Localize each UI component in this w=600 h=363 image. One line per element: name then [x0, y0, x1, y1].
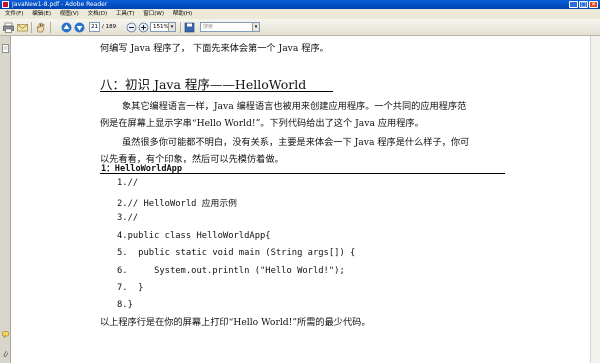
- subheading-rule: [100, 173, 505, 174]
- search-placeholder: 搜索: [203, 24, 214, 30]
- menu-document[interactable]: 文档(D): [85, 9, 112, 19]
- adobe-reader-icon: [2, 1, 9, 8]
- menu-window[interactable]: 窗口(W): [140, 9, 168, 19]
- chevron-down-icon[interactable]: ▾: [168, 23, 175, 31]
- heading-underline: [100, 91, 333, 92]
- menu-file[interactable]: 文件(F): [2, 9, 27, 19]
- zoom-level-select[interactable]: 151% ▾: [150, 22, 176, 32]
- paragraph-1-line-1: 象其它编程语言一样，Java 编程语言也被用来创建应用程序。一个共同的应用程序范: [122, 101, 467, 112]
- page-up-icon[interactable]: [61, 22, 72, 33]
- page-number-input[interactable]: 21: [89, 22, 100, 32]
- code-line: 4.public class HelloWorldApp{: [117, 231, 271, 241]
- minimize-button[interactable]: _: [569, 1, 578, 8]
- comments-icon[interactable]: [2, 330, 9, 339]
- code-line: 5. public static void main (String args[…: [117, 248, 356, 258]
- menu-edit[interactable]: 编辑(E): [29, 9, 55, 19]
- save-icon[interactable]: [184, 22, 195, 33]
- toolbar-separator: [50, 22, 51, 33]
- code-line: 2.// HelloWorld 应用示例: [117, 199, 237, 209]
- print-icon[interactable]: [3, 22, 14, 33]
- paragraph-2-line-1: 虽然很多你可能都不明白，没有关系，主要是来体会一下 Java 程序是什么样子，你…: [122, 137, 470, 148]
- maximize-button[interactable]: □: [579, 1, 588, 8]
- toolbar-separator: [180, 22, 181, 33]
- title-bar: JavaNew1-8.pdf - Adobe Reader _ □ ✕: [0, 0, 600, 9]
- zoom-level-value: 151%: [153, 24, 169, 30]
- menu-help[interactable]: 帮助(H): [170, 9, 196, 19]
- page-down-icon[interactable]: [74, 22, 85, 33]
- toolbar: 21 / 189 151% ▾ 搜索 ▾: [0, 19, 600, 36]
- chevron-down-icon[interactable]: ▾: [252, 23, 259, 31]
- search-input[interactable]: 搜索 ▾: [200, 22, 260, 32]
- close-button[interactable]: ✕: [589, 1, 598, 8]
- paragraph-1-line-2: 例是在屏幕上显示字串“Hello World!”。下列代码给出了这个 Java …: [100, 118, 424, 129]
- attachments-icon[interactable]: [2, 349, 9, 358]
- code-line: 6. System.out.println ("Hello World!");: [117, 266, 345, 276]
- code-line: 8.}: [117, 300, 133, 310]
- menu-view[interactable]: 视图(V): [57, 9, 83, 19]
- zoom-in-icon[interactable]: [138, 22, 149, 33]
- window-title: JavaNew1-8.pdf - Adobe Reader: [12, 1, 108, 8]
- vertical-scrollbar[interactable]: [590, 36, 600, 363]
- bookmarks-icon[interactable]: [2, 44, 9, 53]
- hand-tool-icon[interactable]: [35, 22, 46, 33]
- menu-tools[interactable]: 工具(T): [113, 9, 139, 19]
- menu-bar: 文件(F) 编辑(E) 视图(V) 文档(D) 工具(T) 窗口(W) 帮助(H…: [0, 9, 600, 19]
- intro-text: 何编写 Java 程序了， 下面先来体会第一个 Java 程序。: [100, 43, 329, 54]
- navigation-panel: [0, 36, 11, 363]
- email-icon[interactable]: [17, 22, 28, 33]
- code-line: 3.//: [117, 213, 139, 223]
- code-line: 7. }: [117, 283, 144, 293]
- code-line: 1.//: [117, 178, 139, 188]
- page-total: / 189: [102, 24, 117, 30]
- toolbar-separator: [31, 22, 32, 33]
- closing-text: 以上程序行是在你的屏幕上打印“Hello World!”所需的最少代码。: [100, 317, 371, 328]
- zoom-out-icon[interactable]: [126, 22, 137, 33]
